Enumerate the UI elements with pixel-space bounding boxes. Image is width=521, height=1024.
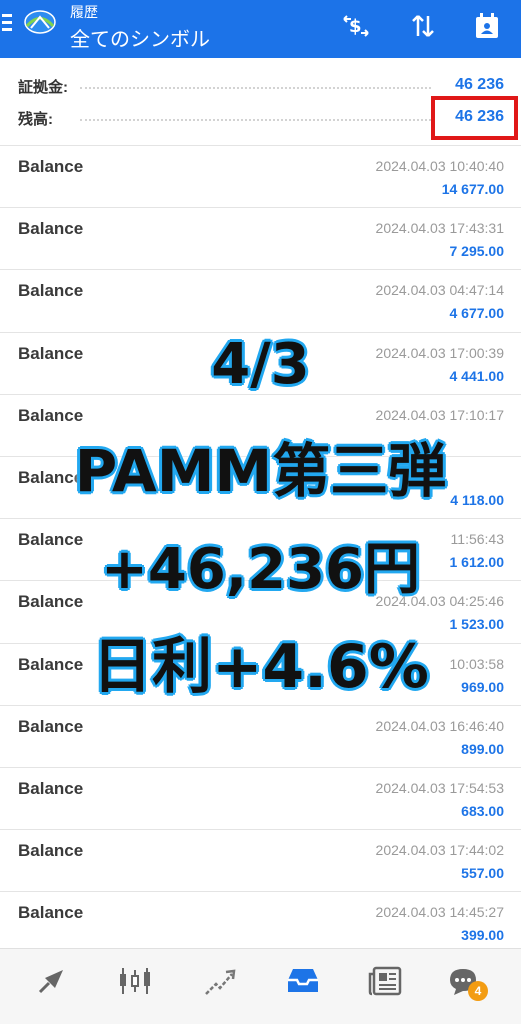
deal-profit: 683.00 <box>461 802 504 819</box>
overlay-profit: +46,236円 <box>100 537 421 602</box>
deal-time: 2024.04.03 14:45:27 <box>375 904 504 921</box>
list-item[interactable]: Balance 2024.04.03 17:54:53 683.00 <box>0 766 521 829</box>
deal-profit: 14 677.00 <box>441 181 504 197</box>
trade-icon[interactable] <box>196 959 244 1003</box>
deal-time: 2024.04.03 16:46:40 <box>375 717 504 734</box>
balance-label: 残高: <box>18 111 53 128</box>
chat-badge: 4 <box>468 981 488 1001</box>
deal-time: 2024.04.03 17:10:17 <box>375 406 504 423</box>
deal-time: 2024.04.03 17:54:53 <box>375 779 504 796</box>
balance-highlight-box <box>431 96 518 140</box>
list-item[interactable]: Balance 2024.04.03 04:47:14 4 677.00 <box>0 269 521 331</box>
deal-profit: 899.00 <box>461 740 504 757</box>
deal-symbol: Balance <box>18 219 84 239</box>
list-item[interactable]: Balance 2024.04.03 10:40:40 14 677.00 <box>0 145 521 207</box>
history-icon[interactable] <box>279 959 327 1003</box>
chat-icon[interactable]: 4 <box>440 959 488 1003</box>
deal-profit: 399.00 <box>461 927 504 944</box>
list-item[interactable]: Balance 2024.04.03 17:44:02 557.00 <box>0 829 521 891</box>
deposit-label: 証拠金: <box>18 79 68 96</box>
news-icon[interactable] <box>362 959 410 1003</box>
deal-time: 2024.04.03 17:44:02 <box>375 842 504 859</box>
dotted-leader <box>80 87 431 89</box>
list-item[interactable]: Balance 2024.04.03 17:43:31 7 295.00 <box>0 207 521 269</box>
sort-icon[interactable] <box>405 8 441 44</box>
dollar-swap-icon[interactable]: $ <box>338 8 374 44</box>
period-calendar-icon[interactable] <box>469 8 505 44</box>
deal-time: 2024.04.03 17:43:31 <box>375 220 504 237</box>
deal-symbol: Balance <box>18 405 84 425</box>
deal-symbol: Balance <box>18 841 84 861</box>
deal-symbol: Balance <box>18 281 84 301</box>
deal-symbol: Balance <box>18 157 84 176</box>
menu-icon[interactable] <box>0 10 14 40</box>
overlay-date: 4/3 <box>211 332 310 397</box>
deposit-value: 46 236 <box>455 76 504 93</box>
deal-profit: 7 295.00 <box>449 243 505 260</box>
quotes-icon[interactable] <box>28 959 76 1003</box>
bottom-navigation: 4 <box>0 948 521 1024</box>
deal-time: 2024.04.03 10:40:40 <box>375 158 504 174</box>
overlay-daily-rate: 日利+4.6% <box>92 632 429 702</box>
dotted-leader <box>80 119 431 121</box>
deal-symbol: Balance <box>18 778 84 798</box>
header-subtitle: 履歴 <box>70 4 98 20</box>
app-logo <box>22 7 58 37</box>
chart-icon[interactable] <box>111 959 159 1003</box>
deal-symbol: Balance <box>18 903 84 923</box>
deal-profit: 4 677.00 <box>449 305 505 322</box>
deal-symbol: Balance <box>18 716 84 736</box>
deal-time: 2024.04.03 04:47:14 <box>375 282 504 299</box>
deal-profit: 557.00 <box>461 865 504 882</box>
list-item[interactable]: Balance 2024.04.03 16:46:40 899.00 <box>0 704 521 767</box>
list-item[interactable]: Balance 2024.04.03 14:45:27 399.00 <box>0 891 521 953</box>
overlay-title: PAMM第三弾 <box>74 437 447 505</box>
app-header: 履歴 全てのシンボル $ <box>0 0 521 58</box>
header-title: 全てのシンボル <box>70 29 210 51</box>
